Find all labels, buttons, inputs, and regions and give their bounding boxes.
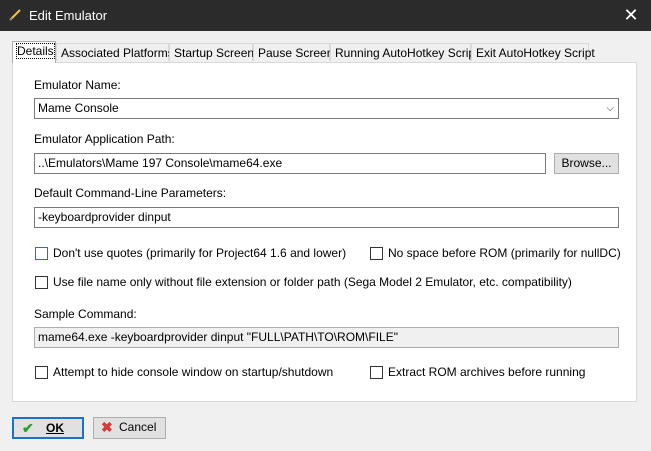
close-icon[interactable]: ✕: [611, 0, 651, 31]
window-title: Edit Emulator: [29, 8, 108, 23]
hide-console-checkbox[interactable]: [35, 366, 48, 379]
hide-console-label: Attempt to hide console window on startu…: [53, 365, 334, 379]
cmdline-label: Default Command-Line Parameters:: [34, 186, 227, 200]
sample-command-label: Sample Command:: [34, 307, 137, 321]
tab-startup-screen[interactable]: Startup Screen: [169, 43, 254, 61]
app-path-input[interactable]: ..\Emulators\Mame 197 Console\mame64.exe: [34, 153, 546, 174]
tab-pause-screen[interactable]: Pause Screen: [253, 43, 333, 61]
use-file-name-only-checkbox[interactable]: [35, 276, 48, 289]
cancel-button[interactable]: ✖ Cancel: [93, 417, 166, 439]
tab-running-autohotkey-script[interactable]: Running AutoHotkey Script: [330, 43, 478, 61]
ok-label: OK: [46, 421, 64, 435]
checkmark-icon: ✔: [22, 420, 34, 436]
pencil-icon: [9, 9, 21, 21]
details-panel: Emulator Name: Mame Console ⌵ Emulator A…: [12, 62, 637, 402]
tab-details[interactable]: Details: [12, 41, 56, 63]
emulator-name-label: Emulator Name:: [34, 78, 121, 92]
ok-button[interactable]: ✔ OK: [12, 417, 84, 439]
no-space-before-rom-label: No space before ROM (primarily for nullD…: [388, 246, 621, 260]
chevron-down-icon[interactable]: ⌵: [606, 99, 614, 118]
app-path-label: Emulator Application Path:: [34, 132, 175, 146]
extract-rom-checkbox[interactable]: [370, 366, 383, 379]
sample-command-field: mame64.exe -keyboardprovider dinput "FUL…: [34, 327, 619, 348]
cmdline-input[interactable]: -keyboardprovider dinput: [34, 207, 619, 228]
emulator-name-combobox[interactable]: Mame Console ⌵: [34, 98, 619, 119]
browse-button[interactable]: Browse...: [554, 153, 619, 174]
extract-rom-label: Extract ROM archives before running: [388, 365, 586, 379]
dont-use-quotes-checkbox[interactable]: [35, 247, 48, 260]
no-space-before-rom-checkbox[interactable]: [370, 247, 383, 260]
title-bar: Edit Emulator ✕: [0, 0, 651, 31]
use-file-name-only-label: Use file name only without file extensio…: [53, 275, 572, 289]
dont-use-quotes-label: Don't use quotes (primarily for Project6…: [53, 246, 347, 260]
emulator-name-value: Mame Console: [38, 101, 119, 115]
tab-exit-autohotkey-script[interactable]: Exit AutoHotkey Script: [471, 43, 595, 61]
x-icon: ✖: [101, 419, 113, 435]
cancel-label: Cancel: [119, 420, 157, 434]
tab-associated-platforms[interactable]: Associated Platforms: [56, 43, 174, 61]
